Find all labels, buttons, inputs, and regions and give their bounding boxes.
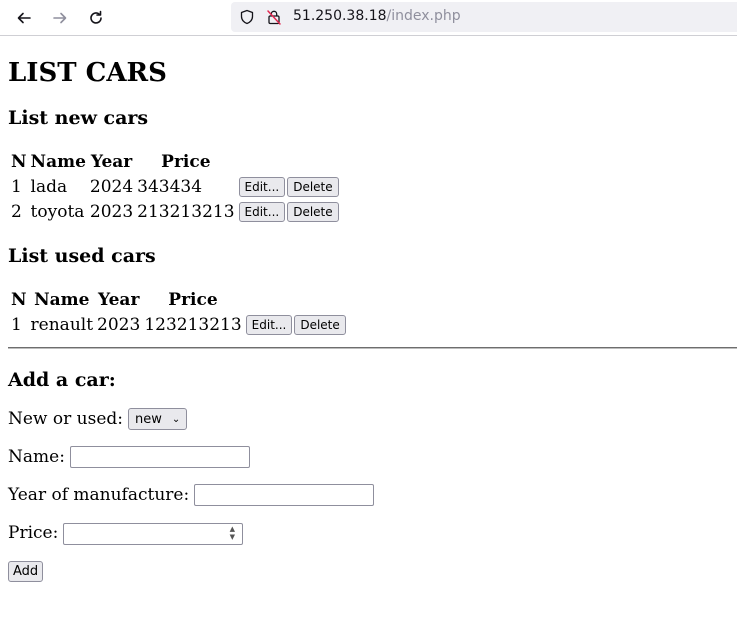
table-row: 2 toyota 2023 213213213 Edit... Delete [10, 200, 342, 223]
new-cars-heading: List new cars [8, 107, 149, 129]
cell-actions: Edit... Delete [245, 313, 349, 336]
spin-up-icon[interactable]: ▲ [230, 525, 235, 533]
add-car-heading: Add a car: [8, 369, 116, 391]
shield-icon[interactable] [239, 9, 255, 25]
url-path: /index.php [386, 8, 461, 24]
address-bar[interactable]: 51.250.38.18/index.php [231, 2, 737, 32]
name-row: Name: [8, 446, 250, 468]
cell-name: lada [30, 176, 68, 197]
browser-toolbar: 51.250.38.18/index.php [0, 0, 737, 36]
cell-n: 1 [11, 314, 22, 335]
price-input-wrap: ▲ ▼ [63, 522, 244, 545]
delete-button[interactable]: Delete [287, 177, 339, 197]
price-row: Price: ▲ ▼ [8, 522, 244, 545]
column-header-year: Year [97, 290, 140, 310]
submit-row: Add [8, 561, 45, 582]
delete-button[interactable]: Delete [294, 315, 346, 335]
column-header-year: Year [90, 152, 133, 172]
year-label: Year of manufacture: [8, 485, 190, 505]
cell-n: 1 [11, 176, 22, 197]
cell-year: 2023 [89, 201, 134, 222]
column-header-name: Name [30, 152, 86, 172]
page-title: LIST CARS [8, 58, 167, 88]
price-label: Price: [8, 523, 59, 544]
type-select[interactable]: new ⌄ [128, 408, 188, 430]
year-row: Year of manufacture: [8, 484, 375, 506]
back-arrow-icon[interactable] [12, 6, 36, 30]
type-label: New or used: [8, 409, 123, 429]
column-header-n: N [11, 290, 27, 310]
cell-name: renault [30, 314, 94, 335]
type-row: New or used: new ⌄ [8, 408, 188, 430]
name-input[interactable] [69, 446, 250, 468]
cell-year: 2024 [89, 176, 134, 197]
price-input[interactable] [63, 522, 244, 545]
table-row: 1 renault 2023 123213213 Edit... Delete [10, 313, 349, 336]
cell-price: 343434 [137, 176, 203, 197]
name-label: Name: [8, 447, 65, 467]
column-header-price: Price [161, 152, 211, 172]
used-cars-heading: List used cars [8, 245, 156, 267]
column-header-actions [238, 151, 342, 173]
table-row: 1 lada 2024 343434 Edit... Delete [10, 175, 342, 198]
year-input[interactable] [194, 484, 375, 506]
spin-down-icon[interactable]: ▼ [230, 533, 235, 541]
cell-year: 2023 [97, 314, 141, 335]
insecure-lock-icon[interactable] [266, 9, 282, 25]
edit-button[interactable]: Edit... [238, 202, 286, 222]
table-header-row: N Name Year Price [10, 289, 349, 311]
cell-actions: Edit... Delete [238, 175, 342, 198]
forward-arrow-icon[interactable] [48, 6, 72, 30]
section-divider [8, 347, 737, 349]
used-cars-table: N Name Year Price 1 renault 2023 1232132… [8, 287, 351, 338]
column-header-price: Price [168, 290, 218, 310]
column-header-n: N [11, 152, 27, 172]
edit-button[interactable]: Edit... [245, 315, 293, 335]
column-header-name: Name [34, 290, 90, 310]
cell-actions: Edit... Delete [238, 200, 342, 223]
delete-button[interactable]: Delete [287, 202, 339, 222]
cell-name: toyota [30, 201, 85, 222]
add-button[interactable]: Add [8, 561, 44, 582]
type-selected-value: new [135, 411, 162, 427]
cell-price: 213213213 [137, 201, 235, 222]
chevron-down-icon: ⌄ [171, 413, 181, 425]
reload-icon[interactable] [84, 6, 108, 30]
new-cars-table: N Name Year Price 1 lada 2024 343434 Edi… [8, 149, 344, 225]
cell-price: 123213213 [144, 314, 242, 335]
column-header-actions [245, 289, 349, 311]
table-header-row: N Name Year Price [10, 151, 342, 173]
url-host: 51.250.38.18 [293, 8, 387, 24]
url-text: 51.250.38.18/index.php [293, 8, 461, 24]
number-spinner[interactable]: ▲ ▼ [225, 525, 239, 541]
edit-button[interactable]: Edit... [238, 177, 286, 197]
cell-n: 2 [11, 201, 22, 222]
